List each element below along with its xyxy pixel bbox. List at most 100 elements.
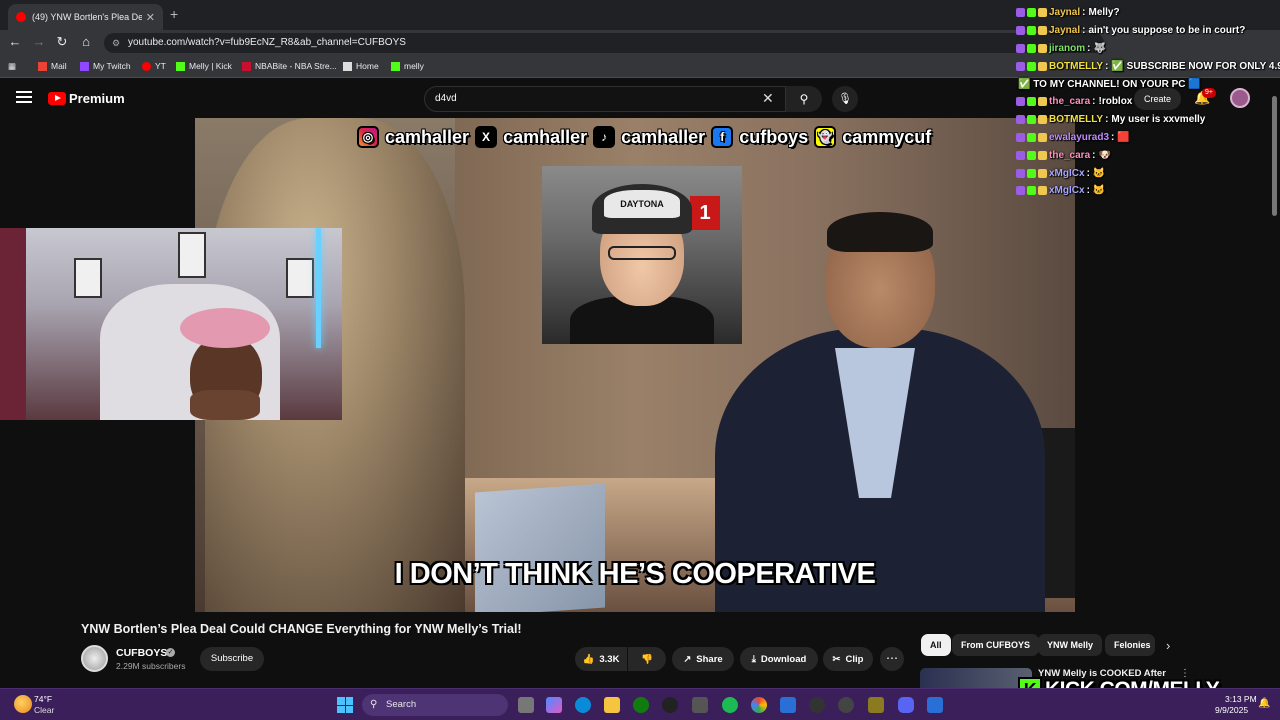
task-view-icon[interactable] xyxy=(518,697,534,713)
chat-message: the_cara: !roblox xyxy=(1016,93,1280,111)
start-windows-icon[interactable] xyxy=(337,697,353,713)
chat-badge-icon xyxy=(1027,97,1036,107)
instagram-handle: camhaller xyxy=(385,126,470,147)
clip-button[interactable]: ✂ Clip xyxy=(823,647,873,671)
store-icon[interactable] xyxy=(692,697,708,713)
bookmark-nbabite[interactable]: NBABite - NBA Stre... xyxy=(242,61,337,71)
chat-username[interactable]: the_cara xyxy=(1049,96,1090,107)
youtube-icon xyxy=(142,61,151,71)
youtube-premium-logo[interactable]: Premium xyxy=(48,91,125,106)
chat-text: 🐱 xyxy=(1092,167,1106,179)
bookmark-mail[interactable]: Mail xyxy=(38,61,67,71)
recommended-thumbnail[interactable] xyxy=(920,668,1032,690)
file-explorer-icon[interactable] xyxy=(604,697,620,713)
more-actions-button[interactable]: ⋯ xyxy=(880,647,904,671)
x-icon xyxy=(343,61,352,71)
chat-message: Jaynal: Melly? xyxy=(1016,4,1280,22)
subscribe-button[interactable]: Subscribe xyxy=(200,647,264,671)
voice-search-button[interactable]: 🎙 xyxy=(832,86,858,112)
share-icon: ↗ xyxy=(683,653,692,665)
tab-youtube[interactable]: (49) YNW Bortlen's Plea De ✕ xyxy=(8,4,163,30)
scrollbar-thumb[interactable] xyxy=(1272,96,1277,216)
chat-badge-icon xyxy=(1038,168,1047,178)
chevron-right-icon[interactable]: › xyxy=(1166,638,1170,653)
snapchat-icon: 👻 xyxy=(814,126,837,148)
chrome-icon[interactable] xyxy=(751,697,767,713)
app-icon[interactable] xyxy=(927,697,943,713)
chat-username[interactable]: Jaynal xyxy=(1049,25,1080,36)
search-icon: ⚲ xyxy=(799,92,809,106)
search-button[interactable]: ⚲ xyxy=(786,86,822,112)
steam-icon[interactable] xyxy=(662,697,678,713)
clock-time[interactable]: 3:13 PM xyxy=(1225,694,1257,704)
taskbar-search[interactable]: ⚲ Search xyxy=(362,694,508,716)
chat-username[interactable]: xMgICx xyxy=(1049,168,1085,179)
download-button[interactable]: ⤓ Download xyxy=(740,647,818,671)
bookmark-home[interactable]: Home xyxy=(343,61,379,71)
chat-text: 🐺 xyxy=(1093,42,1106,54)
bookmark-melly[interactable]: melly xyxy=(391,61,424,71)
chat-message: xMgICx: 🐱 xyxy=(1016,164,1280,182)
apps-grid-icon[interactable]: ▦ xyxy=(8,61,16,72)
chat-username[interactable]: Jaynal xyxy=(1049,7,1080,18)
youtube-favicon-icon xyxy=(16,12,26,22)
obs-icon[interactable] xyxy=(838,697,854,713)
chat-message: Jaynal: ain't you suppose to be in court? xyxy=(1016,22,1280,40)
stream-chat-overlay: Jaynal: Melly? Jaynal: ain't you suppose to… xyxy=(1016,4,1280,200)
url-field[interactable]: ⚙ youtube.com/watch?v=fub9EcNZ_R8&ab_cha… xyxy=(104,33,1104,53)
bookmark-my-twitch[interactable]: My Twitch xyxy=(80,61,131,71)
share-button[interactable]: ↗ Share xyxy=(672,647,734,671)
chip-from-channel[interactable]: From CUFBOYS xyxy=(952,634,1040,656)
discord-icon[interactable] xyxy=(898,697,914,713)
xbox-icon[interactable] xyxy=(633,697,649,713)
menu-icon[interactable] xyxy=(16,91,32,103)
bookmark-yt[interactable]: YT xyxy=(142,61,166,71)
weather-sun-icon[interactable] xyxy=(14,695,32,713)
chip-felonies[interactable]: Felonies xyxy=(1105,634,1155,656)
search-icon: ⚲ xyxy=(370,699,378,710)
like-button[interactable]: 👍 3.3K xyxy=(575,647,627,671)
dislike-button[interactable]: 👎 xyxy=(628,647,666,671)
chat-badge-icon xyxy=(1016,168,1025,178)
notification-center-icon[interactable]: 🔔 xyxy=(1258,698,1270,709)
chat-badge-icon xyxy=(1016,115,1025,125)
spotify-icon[interactable] xyxy=(722,697,738,713)
new-tab-button[interactable]: + xyxy=(170,6,178,22)
chat-text: !roblox xyxy=(1098,96,1133,108)
site-info-icon[interactable]: ⚙ xyxy=(112,33,120,53)
chip-ynw-melly[interactable]: YNW Melly xyxy=(1038,634,1103,656)
clock-date[interactable]: 9/9/2025 xyxy=(1215,705,1248,715)
streamer-bonnet xyxy=(180,308,270,348)
media-player-icon[interactable] xyxy=(809,697,825,713)
chat-username[interactable]: xMgICx xyxy=(1049,185,1085,196)
channel-name[interactable]: CUFBOYS xyxy=(116,647,167,659)
weather-condition: Clear xyxy=(34,705,55,715)
close-tab-icon[interactable]: ✕ xyxy=(146,11,155,24)
search-input[interactable]: d4vd xyxy=(424,86,786,112)
chat-username[interactable]: the_cara xyxy=(1049,150,1090,161)
chat-username[interactable]: BOTMELLY xyxy=(1049,114,1103,125)
back-arrow-icon[interactable]: ← xyxy=(6,34,24,49)
home-icon[interactable]: ⌂ xyxy=(77,34,95,49)
chat-text: My user is xxvmelly xyxy=(1111,114,1206,126)
reload-icon[interactable]: ↻ xyxy=(53,34,71,50)
clear-search-icon[interactable]: ✕ xyxy=(762,90,774,107)
chat-text: ✅ SUBSCRIBE NOW FOR ONLY 4.99! xyxy=(1111,60,1280,72)
chip-all[interactable]: All xyxy=(921,634,951,656)
chat-username[interactable]: jiranom xyxy=(1049,43,1085,54)
facebook-icon: f xyxy=(711,126,734,148)
chat-badge-icon xyxy=(1016,186,1025,196)
chat-badge-icon xyxy=(1016,97,1025,107)
app-icon[interactable] xyxy=(868,697,884,713)
youtube-play-icon xyxy=(48,92,66,105)
chat-username[interactable]: ewalayurad3 xyxy=(1049,132,1109,143)
forward-arrow-icon[interactable]: → xyxy=(30,34,48,49)
social-handles-overlay: ◎ camhaller X camhaller ♪ camhaller f cu… xyxy=(357,124,931,150)
bookmark-melly-kick[interactable]: Melly | Kick xyxy=(176,61,232,71)
channel-avatar[interactable] xyxy=(81,645,108,672)
photos-icon[interactable] xyxy=(780,697,796,713)
mail-icon xyxy=(38,61,47,71)
edge-icon[interactable] xyxy=(575,697,591,713)
chat-username[interactable]: BOTMELLY xyxy=(1049,61,1103,72)
copilot-icon[interactable] xyxy=(546,697,562,713)
